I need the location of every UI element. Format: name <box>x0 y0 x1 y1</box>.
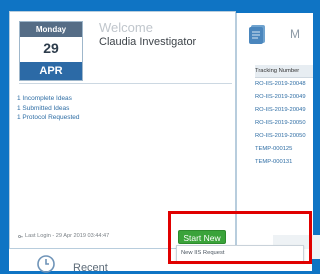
requests-table: Tracking Number RO-IIS-2019-20048 RO-IIS… <box>255 65 320 259</box>
last-login: Last Login - 29 Apr 2019 03:44:47 <box>18 233 109 239</box>
tracking-number-link[interactable]: TEMP-000125 <box>255 143 313 155</box>
tracking-number-link[interactable]: RO-IIS-2019-20049 <box>255 91 313 103</box>
key-icon <box>18 234 23 238</box>
tracking-number-link[interactable]: TEMP-000131 <box>255 156 313 168</box>
calendar-day: 29 <box>43 40 59 56</box>
protocol-requested-link[interactable]: 1 Protocol Requested <box>17 113 80 123</box>
tracking-number-link[interactable]: RO-IIS-2019-20049 <box>255 104 313 116</box>
tracking-number-link[interactable]: RO-IIS-2019-20050 <box>255 130 313 142</box>
highlight-box <box>168 211 312 264</box>
tracking-number-link[interactable]: RO-IIS-2019-20050 <box>255 117 313 129</box>
last-login-text: Last Login - 29 Apr 2019 03:44:47 <box>25 233 110 239</box>
clock-icon <box>37 255 55 273</box>
calendar-weekday: Monday <box>20 22 82 37</box>
column-header-tracking-number[interactable]: Tracking Number <box>255 65 313 78</box>
status-summary-list: 1 Incomplete Ideas 1 Submitted Ideas 1 P… <box>17 94 80 123</box>
calendar-month: APR <box>20 62 82 80</box>
divider <box>19 83 232 84</box>
tracking-number-link[interactable]: RO-IIS-2019-20048 <box>255 78 313 90</box>
requests-title: M <box>290 27 300 41</box>
submitted-ideas-link[interactable]: 1 Submitted Ideas <box>17 104 80 114</box>
calendar-widget: Monday 29 APR <box>19 21 83 81</box>
incomplete-ideas-link[interactable]: 1 Incomplete Ideas <box>17 94 80 104</box>
document-icon <box>249 25 265 44</box>
user-name: Claudia Investigator <box>99 36 197 48</box>
recent-title: Recent <box>73 262 108 274</box>
welcome-title: Welcome <box>99 20 153 35</box>
